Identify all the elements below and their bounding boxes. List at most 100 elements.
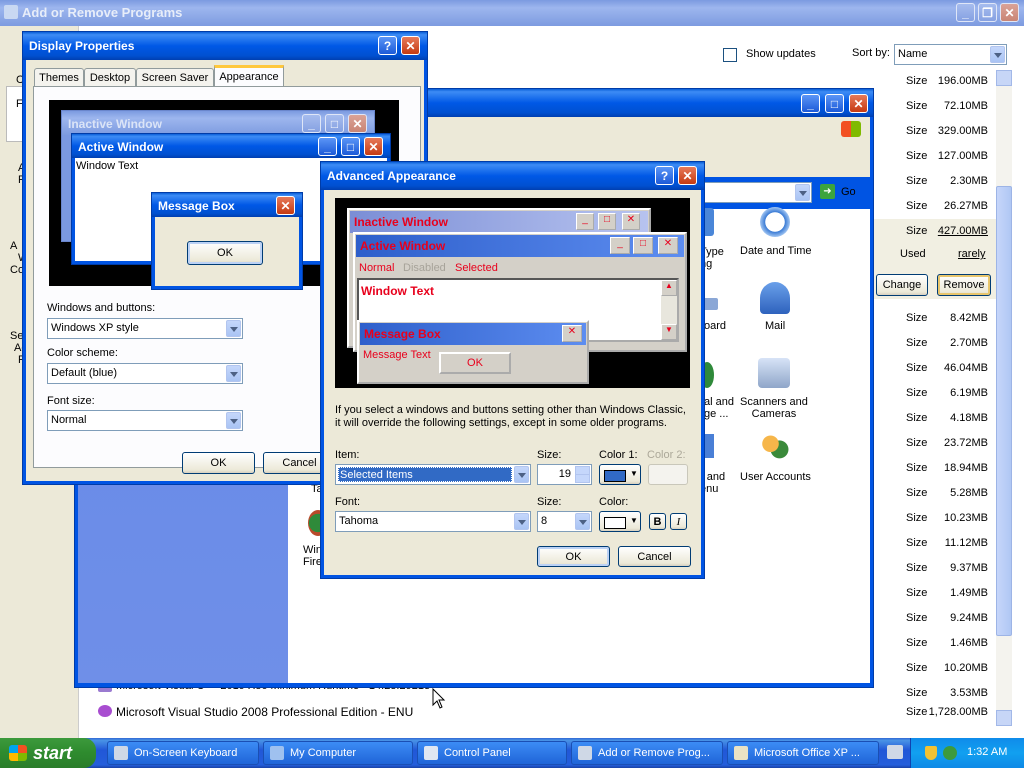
go-label[interactable]: Go (841, 186, 856, 198)
mail-icon[interactable] (760, 282, 790, 314)
size-label: Size (906, 75, 928, 87)
date-time-icon[interactable] (760, 207, 790, 237)
restore-icon[interactable]: ❐ (978, 3, 997, 22)
font-size-select[interactable]: Normal (47, 410, 243, 431)
task-on-screen-keyboard[interactable]: On-Screen Keyboard (107, 741, 259, 765)
scroll-down-icon[interactable] (996, 710, 1012, 726)
tab-themes[interactable]: Themes (34, 68, 84, 87)
font-select[interactable]: Tahoma (335, 511, 531, 532)
color1-picker[interactable]: ▼ (599, 464, 641, 485)
cp-item-user-accounts[interactable]: User Accounts (740, 471, 811, 483)
taskbar-keyboard-icon[interactable] (887, 745, 903, 759)
close-icon: ✕ (562, 325, 582, 342)
start-button[interactable]: start (0, 738, 96, 768)
item-value: Selected Items (340, 469, 413, 481)
size-label: Size (906, 125, 928, 137)
size-row: Size 10.20MB (872, 657, 996, 677)
task-control-panel[interactable]: Control Panel (417, 741, 567, 765)
minimize-icon[interactable]: _ (801, 94, 820, 113)
remove-button[interactable]: Remove (937, 274, 991, 296)
size-value: 23.72MB (943, 437, 988, 449)
task-add-remove-programs[interactable]: Add or Remove Prog... (571, 741, 723, 765)
italic-button[interactable]: I (670, 513, 687, 530)
aa-msgbox-title: Message Box (364, 327, 441, 341)
maximize-icon: □ (633, 237, 653, 254)
aa-cancel-button[interactable]: Cancel (618, 546, 691, 567)
arp-titlebar[interactable]: Add or Remove Programs _ ❐ ✕ (0, 0, 1024, 26)
scroll-up-icon[interactable] (996, 70, 1012, 86)
aa-window-text: Window Text (361, 284, 434, 298)
font-size-select[interactable]: 8 (537, 511, 592, 532)
item-select[interactable]: Selected Items (335, 464, 531, 485)
aa-ok-button[interactable]: OK (537, 546, 610, 567)
tab-appearance[interactable]: Appearance (214, 65, 284, 87)
cp-item-date-time[interactable]: Date and Time (740, 245, 812, 257)
close-icon[interactable]: ✕ (678, 166, 697, 185)
cp-item-regional[interactable]: al and ge ... (704, 396, 734, 420)
program-name[interactable]: Microsoft Visual Studio 2008 Professiona… (116, 705, 413, 719)
close-icon[interactable]: ✕ (849, 94, 868, 113)
cp-item-keyboard[interactable]: oard (704, 320, 726, 332)
change-button[interactable]: Change (876, 274, 928, 296)
cp-item-scanners[interactable]: Scanners and Cameras (740, 396, 808, 420)
font-color-picker[interactable]: ▼ (599, 511, 641, 532)
size-value: 1.46MB (950, 637, 988, 649)
aa-preview-ok: OK (439, 352, 511, 374)
chevron-down-icon (514, 466, 529, 483)
size-value: 18.94MB (943, 462, 988, 474)
size-row: Size 9.37MB (872, 557, 996, 577)
help-icon[interactable]: ? (655, 166, 674, 185)
scanner-icon[interactable] (758, 358, 790, 388)
task-office-xp[interactable]: Microsoft Office XP ... (727, 741, 879, 765)
size-label: Size (906, 437, 928, 449)
windows-logo-icon (841, 121, 861, 137)
user-accounts-icon[interactable] (760, 434, 790, 462)
cp-item-mail[interactable]: Mail (765, 320, 785, 332)
close-icon[interactable]: ✕ (1000, 3, 1019, 22)
size-row: Size 427.00MB (872, 220, 996, 240)
size-value: 427.00MB (937, 225, 988, 237)
preview-msgbox-body: OK (155, 217, 299, 286)
scroll-thumb[interactable] (996, 186, 1012, 636)
color-scheme-select[interactable]: Default (blue) (47, 363, 243, 384)
chevron-down-icon (795, 184, 810, 201)
language-icon[interactable] (943, 746, 957, 760)
preview-message-box: Message Box ✕ OK (151, 192, 303, 290)
minimize-icon: _ (610, 237, 630, 254)
maximize-icon[interactable]: □ (825, 94, 844, 113)
tab-desktop[interactable]: Desktop (84, 68, 136, 87)
security-shield-icon[interactable] (925, 746, 937, 760)
size-label: Size (906, 175, 928, 187)
size-row: Size 196.00MB (872, 70, 996, 90)
go-icon[interactable]: ➜ (820, 184, 835, 199)
size-value: 1,728.00MB (928, 706, 988, 718)
item-size-spinner[interactable]: 19 (537, 464, 592, 485)
size-row: Size 6.19MB (872, 382, 996, 402)
left-fragment-text: A (10, 240, 18, 252)
bold-button[interactable]: B (649, 513, 666, 530)
windows-buttons-label: Windows and buttons: (47, 302, 156, 314)
dp-title: Display Properties (29, 39, 135, 53)
close-icon[interactable]: ✕ (401, 36, 420, 55)
chevron-down-icon: ▼ (630, 516, 638, 525)
show-updates-checkbox[interactable] (723, 48, 737, 62)
windows-buttons-select[interactable]: Windows XP style (47, 318, 243, 339)
dp-titlebar[interactable]: Display Properties ? ✕ (23, 32, 427, 60)
dp-ok-button[interactable]: OK (182, 452, 255, 474)
size-value: 329.00MB (937, 125, 988, 137)
sort-by-select[interactable]: Name (894, 44, 1007, 65)
size-label: Size (906, 337, 928, 349)
size-label: Size (906, 412, 928, 424)
size-row: Size 10.23MB (872, 507, 996, 527)
spin-down-icon[interactable] (575, 474, 590, 483)
item-label: Item: (335, 449, 360, 461)
aa-titlebar[interactable]: Advanced Appearance ? ✕ (321, 162, 704, 190)
task-my-computer[interactable]: My Computer (263, 741, 413, 765)
help-icon[interactable]: ? (378, 36, 397, 55)
used-value[interactable]: rarely (958, 248, 986, 260)
minimize-icon[interactable]: _ (956, 3, 975, 22)
tab-screen-saver[interactable]: Screen Saver (136, 68, 214, 87)
arp-scrollbar[interactable] (996, 70, 1012, 726)
size-value: 1.49MB (950, 587, 988, 599)
font-label: Font: (335, 496, 361, 508)
